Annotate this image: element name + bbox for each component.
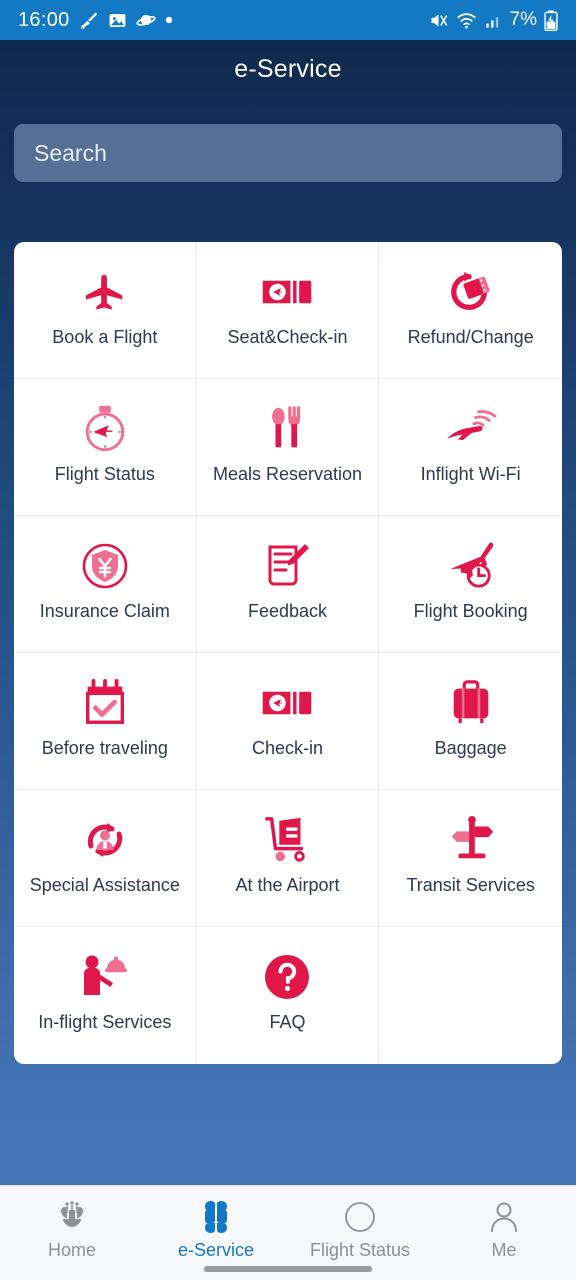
battery-percent: 7% [509, 9, 537, 30]
spoon-fork-icon [251, 401, 323, 457]
stopwatch-plane-icon [69, 401, 141, 457]
calendar-check-icon [69, 675, 141, 731]
grid-item-label: At the Airport [235, 875, 340, 895]
tab-label: e-Service [177, 1240, 255, 1260]
suitcase-icon [435, 675, 507, 731]
status-bar-right: 7% [428, 9, 558, 31]
grid-item-check-in[interactable]: Check-in [196, 653, 380, 790]
grid-item-label: Feedback [247, 601, 328, 621]
tab-home[interactable]: Home [0, 1186, 144, 1280]
app-bar: e-Service [0, 40, 576, 98]
grid-item-label: Refund/Change [407, 327, 534, 347]
grid-item-flight-status[interactable]: Flight Status [14, 379, 197, 516]
grid-item-label: Check-in [251, 738, 323, 758]
tab-label: Me [491, 1240, 517, 1260]
grid-item-in-flight-services[interactable]: In-flight Services [14, 927, 197, 1064]
search-wrapper: Search [0, 98, 576, 182]
refund-ticket-icon [435, 264, 507, 320]
grid-item-label: Baggage [434, 738, 507, 758]
grid-item-label: Flight Status [54, 464, 155, 484]
wifi-icon [456, 10, 477, 31]
compass-icon [343, 1198, 377, 1236]
shield-yen-icon [69, 538, 141, 594]
pen-icon [79, 10, 99, 30]
ticket-plane-icon [251, 264, 323, 320]
grid-item-label: In-flight Services [38, 1012, 172, 1032]
saturn-icon [135, 10, 156, 30]
steward-tray-icon [69, 949, 141, 1005]
search-placeholder: Search [34, 139, 107, 166]
grid-item-before-traveling[interactable]: Before traveling [14, 653, 197, 790]
grid-item-label: Meals Reservation [212, 464, 363, 484]
grid-item-transit-services[interactable]: Transit Services [379, 790, 562, 927]
grid-item-label: Before traveling [41, 738, 168, 758]
grid-item-feedback[interactable]: Feedback [196, 516, 380, 653]
screen-body: e-Service Search Book a Flight Seat&Chec… [0, 40, 576, 1280]
grid-item-flight-booking[interactable]: Flight Booking [379, 516, 562, 653]
status-bar: 16:00 7% [0, 0, 576, 40]
grid-item-label: Special Assistance [29, 875, 180, 895]
ticket-plane-icon [251, 675, 323, 731]
home-indicator[interactable] [204, 1266, 372, 1272]
signpost-icon [435, 812, 507, 868]
photo-icon [108, 11, 127, 30]
luggage-cart-icon [251, 812, 323, 868]
person-icon [487, 1198, 521, 1236]
grid-item-special-assistance[interactable]: Special Assistance [14, 790, 197, 927]
grid-item-empty [379, 927, 562, 1064]
bottom-navigation: Home e-Service Flight Status Me [0, 1185, 576, 1280]
note-pencil-icon [251, 538, 323, 594]
airplane-icon [69, 264, 141, 320]
tab-label: Home [47, 1240, 96, 1260]
grid-item-label: Flight Booking [413, 601, 528, 621]
grid-item-label: Inflight Wi-Fi [420, 464, 521, 484]
flower-logo-icon [55, 1198, 89, 1236]
clover-grid-icon [199, 1198, 233, 1236]
grid-item-label: FAQ [269, 1012, 306, 1032]
person-arrows-icon [69, 812, 141, 868]
grid-item-faq[interactable]: FAQ [197, 927, 380, 1064]
grid-item-inflight-wifi[interactable]: Inflight Wi-Fi [379, 379, 562, 516]
empty-icon [435, 949, 507, 1005]
signal-icon [484, 11, 503, 30]
page-title: e-Service [234, 54, 342, 83]
status-time: 16:00 [18, 8, 70, 31]
tab-me[interactable]: Me [432, 1186, 576, 1280]
search-input[interactable]: Search [14, 124, 562, 182]
plane-wifi-icon [435, 401, 507, 457]
tab-label: Flight Status [309, 1240, 411, 1260]
plane-clock-icon [435, 538, 507, 594]
grid-item-insurance-claim[interactable]: Insurance Claim [14, 516, 197, 653]
grid-item-seat-check-in[interactable]: Seat&Check-in [196, 242, 380, 379]
grid-item-meals-reservation[interactable]: Meals Reservation [196, 379, 380, 516]
question-circle-icon [251, 949, 323, 1005]
status-bar-left: 16:00 [18, 9, 173, 32]
dot-icon [165, 16, 173, 24]
grid-item-baggage[interactable]: Baggage [379, 653, 562, 790]
mute-icon [428, 10, 449, 31]
service-grid: Book a Flight Seat&Check-in Refund/Chang… [14, 242, 562, 1064]
grid-item-label: Seat&Check-in [227, 327, 348, 347]
grid-item-label: Transit Services [406, 875, 535, 895]
battery-charging-icon [544, 9, 558, 31]
grid-item-at-the-airport[interactable]: At the Airport [196, 790, 380, 927]
grid-item-refund-change[interactable]: Refund/Change [379, 242, 562, 379]
grid-item-book-a-flight[interactable]: Book a Flight [14, 242, 197, 379]
grid-item-label: Insurance Claim [39, 601, 170, 621]
grid-item-label: Book a Flight [52, 327, 158, 347]
